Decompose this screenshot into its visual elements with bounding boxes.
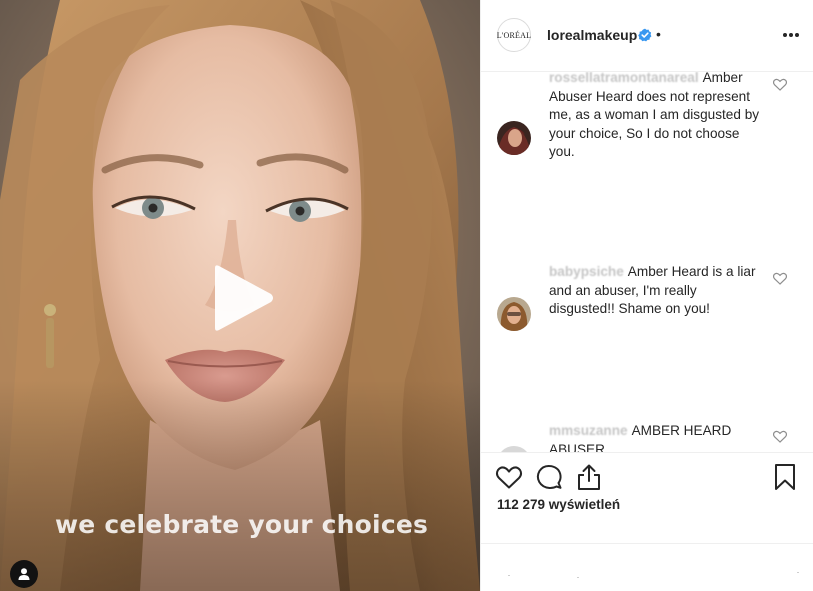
account-username[interactable]: lorealmakeup bbox=[547, 27, 637, 43]
share-icon[interactable] bbox=[575, 463, 603, 491]
comment-item: babypsiche Amber Heard is a liar and an a… bbox=[481, 262, 813, 382]
play-icon[interactable] bbox=[209, 264, 275, 332]
header-separator: • bbox=[656, 26, 661, 42]
comment-icon[interactable] bbox=[535, 463, 563, 491]
user-tag-icon[interactable] bbox=[10, 560, 38, 588]
comment-text-block: babypsiche Amber Heard is a liar and an a… bbox=[549, 263, 761, 319]
comment-item: rossellatramontanareal Amber Abuser Heard… bbox=[481, 72, 813, 212]
instagram-post: we celebrate your choices L'ORÉAL loreal… bbox=[0, 0, 813, 591]
commenter-avatar[interactable] bbox=[497, 297, 531, 331]
comment-username[interactable]: babypsiche bbox=[549, 264, 624, 279]
post-side-panel: L'ORÉAL lorealmakeup • rossellatramontan… bbox=[480, 0, 813, 591]
blurred-fragment bbox=[797, 572, 799, 573]
comment-username[interactable]: mmsuzanne bbox=[549, 423, 628, 438]
avatar-photo bbox=[497, 121, 531, 155]
verified-badge-icon bbox=[638, 28, 652, 42]
avatar-logo-text: L'ORÉAL bbox=[496, 30, 532, 40]
avatar-photo bbox=[497, 297, 531, 331]
person-icon bbox=[18, 568, 30, 580]
blurred-fragment bbox=[508, 575, 510, 576]
comments-list[interactable]: rossellatramontanareal Amber Abuser Heard… bbox=[481, 72, 813, 452]
comment-like-heart-icon[interactable] bbox=[773, 78, 787, 91]
view-count: 112 279 wyświetleń bbox=[497, 497, 621, 512]
bookmark-icon[interactable] bbox=[773, 463, 797, 491]
post-header: L'ORÉAL lorealmakeup • bbox=[481, 0, 813, 72]
comment-item: mmsuzanne AMBER HEARD ABUSER bbox=[481, 420, 813, 452]
blurred-fragment bbox=[731, 118, 733, 119]
video-player[interactable]: we celebrate your choices bbox=[0, 0, 480, 591]
comment-username[interactable]: rossellatramontanareal bbox=[549, 72, 699, 85]
more-options-icon[interactable] bbox=[781, 26, 801, 44]
blurred-fragment bbox=[577, 577, 579, 578]
post-actions-bar: 112 279 wyświetleń bbox=[481, 452, 813, 544]
comment-text-block: rossellatramontanareal Amber Abuser Heard… bbox=[549, 72, 761, 162]
comment-body: Amber Abuser Heard does not represent me… bbox=[549, 72, 760, 159]
comment-text-block: mmsuzanne AMBER HEARD ABUSER bbox=[549, 422, 761, 452]
comment-like-heart-icon[interactable] bbox=[773, 272, 787, 285]
commenter-avatar[interactable] bbox=[497, 121, 531, 155]
video-caption-overlay: we celebrate your choices bbox=[55, 510, 429, 539]
heart-icon[interactable] bbox=[495, 463, 523, 491]
comment-like-heart-icon[interactable] bbox=[773, 430, 787, 443]
account-avatar[interactable]: L'ORÉAL bbox=[497, 18, 531, 52]
